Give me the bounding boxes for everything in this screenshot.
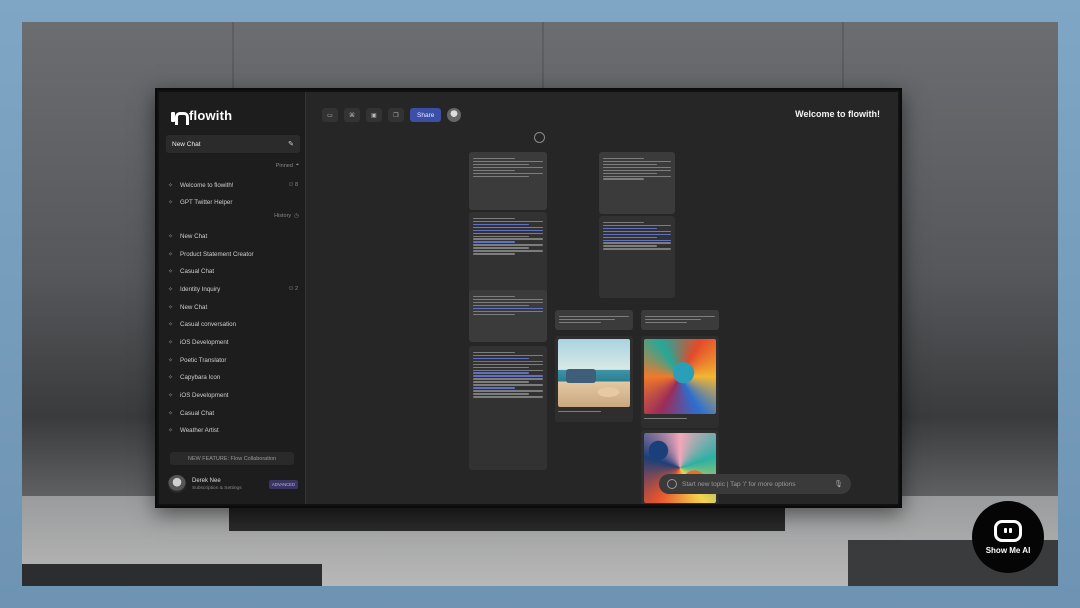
- sidebar-item[interactable]: ✧ New Chat: [168, 230, 298, 242]
- sparkle-icon: ✧: [168, 427, 174, 434]
- sparkle-icon: ✧: [168, 251, 174, 258]
- app-name: flowith: [189, 108, 233, 123]
- image-prompt-node[interactable]: [555, 310, 633, 330]
- layout-button[interactable]: ⌘: [344, 108, 360, 122]
- copy-icon: ❐: [393, 112, 399, 119]
- sparkle-icon: ✧: [168, 286, 174, 293]
- sidebar-item[interactable]: ✧ GPT Twitter Helper: [168, 196, 298, 208]
- sidebar-item-label: Poetic Translator: [180, 356, 227, 364]
- response-node[interactable]: [599, 216, 675, 298]
- generated-image[interactable]: [644, 339, 716, 414]
- sidebar-item-label: Welcome to flowith!: [180, 181, 234, 189]
- image-prompt-node[interactable]: [641, 310, 719, 330]
- sidebar-item-label: Identity Inquiry: [180, 285, 221, 293]
- sidebar-item[interactable]: ✧ Identity Inquiry ⚇ 2: [168, 283, 298, 295]
- sidebar-item-label: New Chat: [180, 232, 208, 240]
- new-topic-input[interactable]: Start new topic | Tap '/' for more optio…: [659, 474, 851, 494]
- sidebar-item[interactable]: ✧ iOS Development: [168, 389, 298, 401]
- sidebar-toggle-button[interactable]: ▭: [322, 108, 338, 122]
- sidebar-item[interactable]: ✧ Poetic Translator: [168, 354, 298, 366]
- sidebar-item-label: GPT Twitter Helper: [180, 198, 233, 206]
- layout-icon: ⌘: [349, 112, 355, 119]
- screen-icon: ▣: [371, 112, 377, 119]
- share-button[interactable]: Share: [410, 108, 442, 122]
- sidebar-item[interactable]: ✧ iOS Development: [168, 336, 298, 348]
- sidebar-item[interactable]: ✧ Product Statement Creator: [168, 248, 298, 260]
- new-chat-button[interactable]: New Chat ✎: [166, 135, 300, 153]
- avatar: [168, 475, 186, 493]
- sidebar-item-label: iOS Development: [180, 338, 229, 346]
- sparkle-icon: ✧: [168, 304, 174, 311]
- present-button[interactable]: ▣: [366, 108, 382, 122]
- message-node[interactable]: [599, 152, 675, 214]
- watermark-logo: Show Me AI: [972, 501, 1044, 573]
- sidebar-item[interactable]: ✧ Capybara Icon: [168, 371, 298, 383]
- sparkle-icon: ✧: [168, 321, 174, 328]
- sidebar-item[interactable]: ✧ Casual conversation: [168, 318, 298, 330]
- message-node[interactable]: [469, 152, 547, 210]
- sparkle-icon: ✧: [168, 410, 174, 417]
- sparkle-icon: ✧: [168, 199, 174, 206]
- sidebar-item-label: New Chat: [180, 303, 208, 311]
- feature-banner[interactable]: NEW FEATURE: Flow Collaboration: [170, 452, 294, 465]
- copy-button[interactable]: ❐: [388, 108, 404, 122]
- avatar[interactable]: [447, 108, 462, 122]
- generated-image-card[interactable]: [641, 336, 719, 428]
- watermark-text: Show Me AI: [985, 545, 1031, 555]
- logo-icon: [171, 110, 189, 125]
- magic-wand-icon: ✎: [288, 141, 294, 148]
- sidebar-item[interactable]: ✧ Weather Artist: [168, 424, 298, 436]
- sidebar-item-label: Product Statement Creator: [180, 250, 254, 258]
- sparkle-icon: ✧: [168, 374, 174, 381]
- plan-badge: ADVANCED: [269, 479, 298, 489]
- sidebar-item-label: Casual Chat: [180, 409, 215, 417]
- floor-block: [22, 564, 322, 586]
- sparkle-icon: ✧: [168, 339, 174, 346]
- sidebar-item-label: Casual conversation: [180, 320, 237, 328]
- sidebar-item-label: Casual Chat: [180, 267, 215, 275]
- sparkle-icon: ✧: [168, 182, 174, 189]
- user-name: Derek Nee: [192, 477, 221, 484]
- sidebar-item[interactable]: ✧ Casual Chat: [168, 407, 298, 419]
- generated-image-card[interactable]: [555, 336, 633, 422]
- sidebar-item[interactable]: ✧ Casual Chat: [168, 265, 298, 277]
- sparkle-icon: ✧: [168, 268, 174, 275]
- user-settings-link[interactable]: Subscription & Settings: [192, 486, 242, 491]
- collaborator-count: ⚇ 8: [288, 182, 298, 188]
- page-title: Welcome to flowith!: [795, 109, 880, 119]
- generated-image[interactable]: [558, 339, 630, 407]
- root-node-icon[interactable]: [534, 132, 545, 143]
- sparkle-icon: ✧: [168, 233, 174, 240]
- pin-icon: ⌖: [295, 162, 299, 168]
- tv-frame: flowith New Chat ✎ Pinned ⌖ ✧ Welcome to…: [155, 88, 902, 508]
- panel-icon: ▭: [327, 112, 333, 119]
- response-node[interactable]: [469, 346, 547, 470]
- clock-icon: ◷: [294, 213, 299, 219]
- flow-canvas[interactable]: Start new topic | Tap '/' for more optio…: [307, 132, 898, 504]
- sidebar-item-label: iOS Development: [180, 391, 229, 399]
- collaborator-count: ⚇ 2: [288, 286, 298, 292]
- sidebar-item[interactable]: ✧ Welcome to flowith! ⚇ 8: [168, 179, 298, 191]
- app-screen: flowith New Chat ✎ Pinned ⌖ ✧ Welcome to…: [159, 92, 898, 504]
- sidebar-item[interactable]: ✧ New Chat: [168, 301, 298, 313]
- sparkle-icon: ✧: [168, 357, 174, 364]
- top-toolbar: ▭ ⌘ ▣ ❐ Share: [322, 108, 462, 122]
- input-placeholder: Start new topic | Tap '/' for more optio…: [682, 480, 796, 488]
- pinned-section-label: Pinned ⌖: [275, 162, 299, 169]
- robot-icon: [994, 519, 1022, 542]
- sidebar-item-label: Capybara Icon: [180, 373, 221, 381]
- microphone-icon[interactable]: 🎙: [834, 480, 843, 488]
- sparkle-icon: ✧: [168, 392, 174, 399]
- app-logo[interactable]: flowith: [171, 108, 233, 125]
- history-section-label: History ◷: [274, 213, 299, 219]
- sidebar: flowith New Chat ✎ Pinned ⌖ ✧ Welcome to…: [159, 92, 306, 504]
- sidebar-item-label: Weather Artist: [180, 426, 219, 434]
- user-profile[interactable]: Derek Nee Subscription & Settings ADVANC…: [168, 473, 298, 495]
- message-node[interactable]: [469, 290, 547, 342]
- loading-icon: [667, 479, 677, 489]
- new-chat-label: New Chat: [172, 140, 201, 148]
